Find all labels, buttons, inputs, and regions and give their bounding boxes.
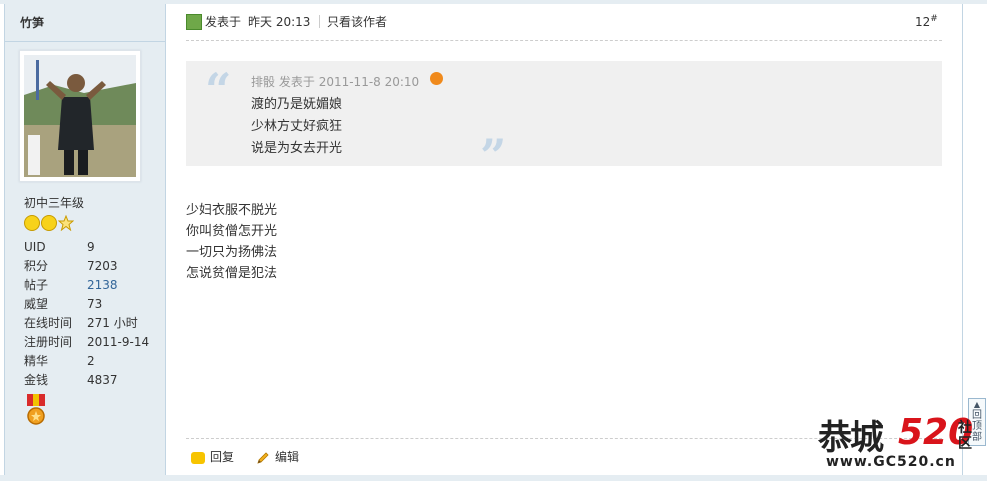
author-name[interactable]: 竹笋: [20, 14, 44, 31]
open-quote-icon: “: [205, 63, 232, 117]
edit-button[interactable]: 编辑: [256, 449, 299, 465]
stat-prestige: 威望 73: [24, 297, 103, 311]
posted-time: 昨天 20:13: [248, 15, 311, 29]
reply-icon: [191, 451, 205, 464]
quote-line: 渡的乃是妩媚娘: [251, 97, 343, 112]
sun-rank-icon: [41, 215, 57, 231]
stat-uid: UID 9: [24, 240, 95, 254]
close-quote-icon: ”: [480, 129, 507, 183]
sun-rank-icon: [24, 215, 40, 231]
quote-meta: 排骰 发表于 2011-11-8 20:10: [251, 73, 419, 90]
watermark-url: www.GC520.cn: [826, 454, 956, 470]
avatar-photo: [24, 55, 136, 177]
stat-online-time: 在线时间 271 小时: [24, 316, 138, 330]
quote-posted-label: 发表于: [278, 75, 315, 89]
watermark-side-text: 社区: [958, 420, 972, 452]
post-header: 发表于 昨天 20:13 只看该作者: [186, 12, 486, 32]
posts-count-link[interactable]: 2138: [87, 276, 118, 294]
online-status-icon: [186, 14, 202, 30]
stat-points: 积分 7203: [24, 259, 118, 273]
frame-right-border: [962, 4, 963, 475]
quote-line: 说是为女去开光: [251, 141, 343, 156]
goto-quoted-post-icon[interactable]: [430, 72, 443, 85]
post-body-line: 怎说贫僧是犯法: [186, 266, 278, 281]
view-author-only-link[interactable]: 只看该作者: [327, 12, 387, 32]
header-separator: [319, 15, 320, 28]
header-divider: [186, 40, 942, 41]
rank-stars: [24, 215, 74, 231]
user-group[interactable]: 初中三年级: [24, 194, 84, 211]
reply-button[interactable]: 回复: [191, 449, 234, 465]
stat-posts: 帖子 2138: [24, 276, 118, 294]
post-body-line: 少妇衣服不脱光: [186, 203, 278, 218]
arrow-up-icon: ▲: [973, 400, 981, 409]
quote-time: 2011-11-8 20:10: [318, 75, 420, 89]
star-rank-icon: [58, 215, 74, 231]
stat-money: 金钱 4837: [24, 373, 118, 387]
stat-digest: 精华 2: [24, 354, 95, 368]
post-body-line: 你叫贫僧怎开光: [186, 224, 278, 239]
author-sidebar: 竹笋 初中三年级 UID 9 积分 7203 帖子 2138 威望 73 在线时…: [5, 4, 166, 475]
floor-number[interactable]: 12#: [915, 14, 938, 29]
bottom-strip: [0, 475, 987, 481]
medal-icon[interactable]: [25, 394, 47, 428]
stat-register-time: 注册时间 2011-9-14: [24, 335, 150, 349]
pencil-icon: [257, 451, 269, 464]
avatar[interactable]: [19, 50, 141, 182]
watermark-logo: 恭城: [818, 418, 884, 458]
posted-label: 发表于: [205, 15, 242, 29]
quote-author: 排骰: [251, 75, 276, 89]
author-divider: [5, 41, 165, 42]
post-body-line: 一切只为扬佛法: [186, 245, 278, 260]
site-watermark: 恭城 520 社区 www.GC520.cn: [818, 410, 978, 478]
quote-line: 少林方丈好疯狂: [251, 119, 343, 134]
quote-block: “ 排骰 发表于 2011-11-8 20:10 渡的乃是妩媚娘 少林方丈好疯狂…: [186, 61, 942, 183]
